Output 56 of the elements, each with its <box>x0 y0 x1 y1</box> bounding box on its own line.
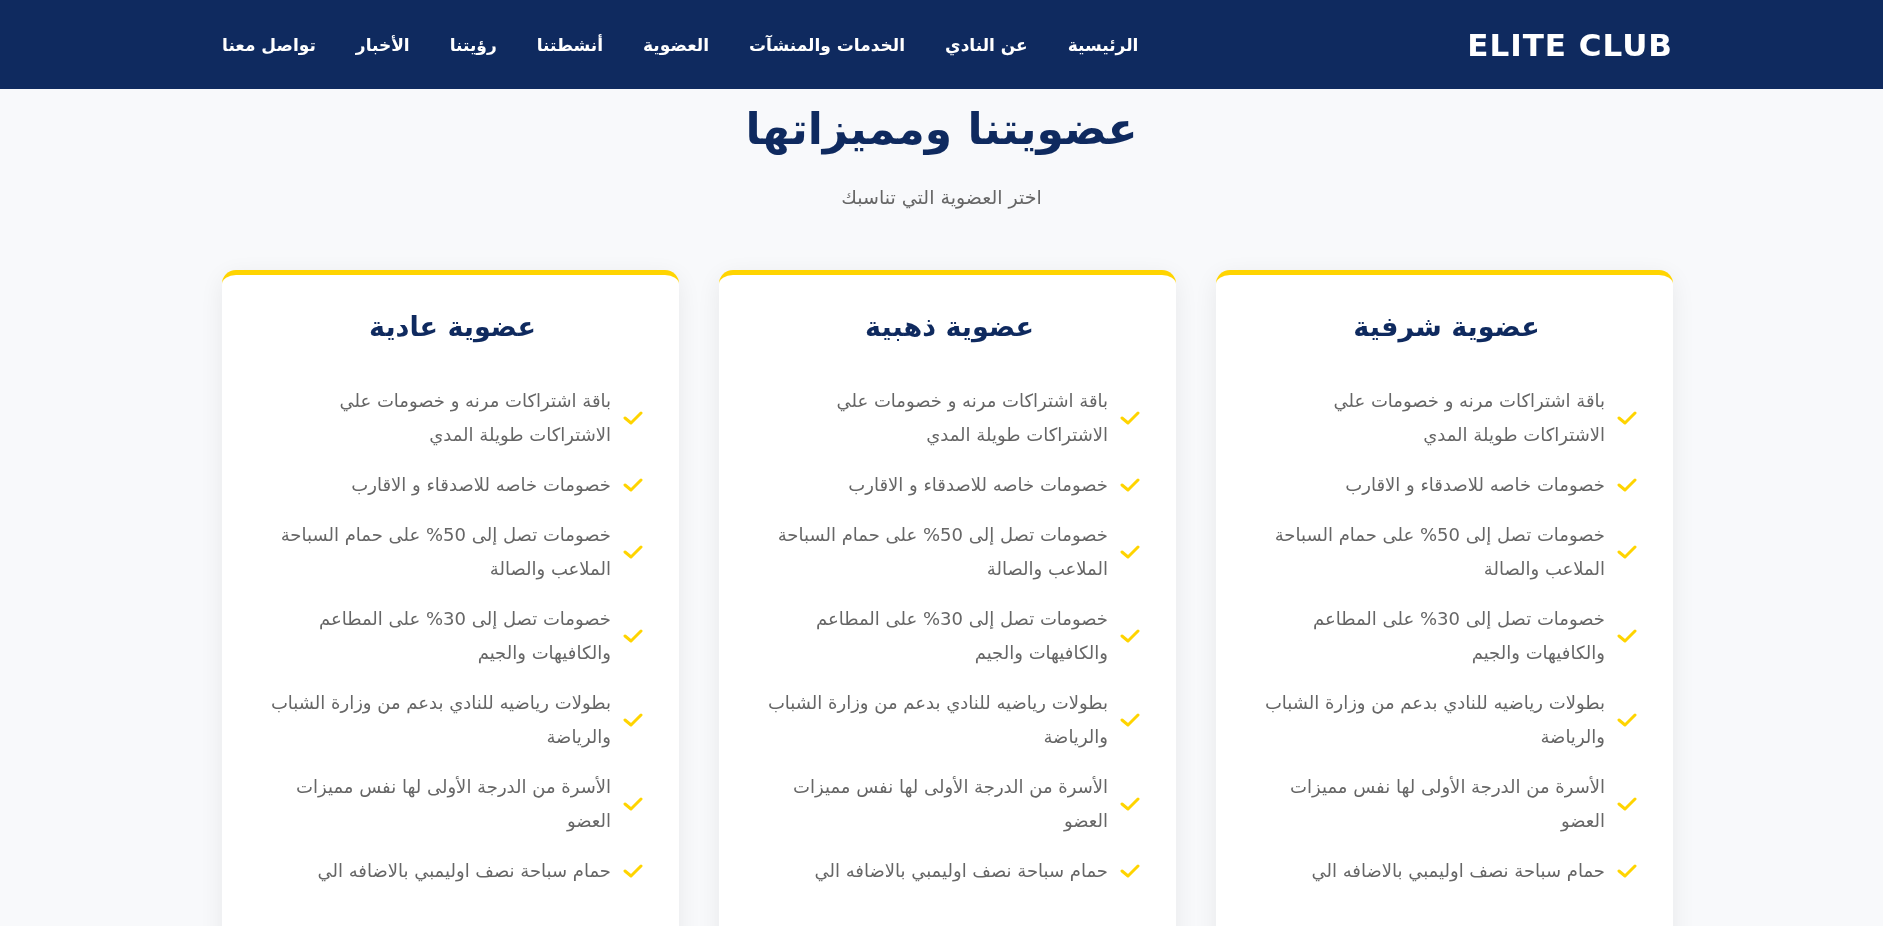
feature-text: خصومات تصل إلى 50% على حمام السباحة الملاعب والصالة <box>776 523 1108 582</box>
check-icon <box>1617 628 1637 644</box>
feature-text: خصومات تصل إلى 30% على المطاعم والكافيهات والجيم <box>317 607 611 666</box>
check-icon <box>1617 796 1637 812</box>
feature-text: خصومات تصل إلى 30% على المطاعم والكافيهات والجيم <box>1311 607 1605 666</box>
check-icon <box>623 628 643 644</box>
check-icon <box>1120 544 1140 560</box>
feature-text: باقة اشتراكات مرنه و خصومات علي الاشتراكات طويلة المدي <box>835 389 1108 448</box>
check-icon <box>623 712 643 728</box>
feature-text: حمام سباحة نصف اوليمبي بالاضافه الي <box>1311 859 1605 884</box>
feature-text: باقة اشتراكات مرنه و خصومات علي الاشتراكات طويلة المدي <box>1332 389 1605 448</box>
card-title: عضوية ذهبية <box>864 311 1035 342</box>
feature-text: بطولات رياضيه للنادي بدعم من وزارة الشباب والرياضة <box>269 691 611 750</box>
feature-text: حمام سباحة نصف اوليمبي بالاضافه الي <box>814 859 1108 884</box>
nav-link[interactable]: رؤيتنا <box>449 34 497 55</box>
feature-text: حمام سباحة نصف اوليمبي بالاضافه الي <box>317 859 611 884</box>
check-icon <box>1617 712 1637 728</box>
feature-text: بطولات رياضيه للنادي بدعم من وزارة الشباب والرياضة <box>1263 691 1605 750</box>
feature-text: خصومات تصل إلى 30% على المطاعم والكافيهات والجيم <box>814 607 1108 666</box>
check-icon <box>1617 410 1637 426</box>
check-icon <box>1120 712 1140 728</box>
feature-text: الأسرة من الدرجة الأولى لها نفس مميزات العضو <box>1289 775 1605 834</box>
feature-text: خصومات تصل إلى 50% على حمام السباحة الملاعب والصالة <box>1273 523 1605 582</box>
feature-text: الأسرة من الدرجة الأولى لها نفس مميزات العضو <box>792 775 1108 834</box>
logo[interactable]: ELITE CLUB <box>1467 26 1673 63</box>
check-icon <box>1617 863 1637 879</box>
check-icon <box>1120 477 1140 493</box>
check-icon <box>623 544 643 560</box>
nav-link[interactable]: تواصل معنا <box>222 34 316 55</box>
nav-link[interactable]: الأخبار <box>355 34 410 55</box>
nav-link[interactable]: الرئيسية <box>1067 34 1139 55</box>
check-icon <box>1120 410 1140 426</box>
card-title: عضوية شرفية <box>1352 311 1541 342</box>
check-icon <box>1120 863 1140 879</box>
nav-link[interactable]: العضوية <box>643 34 709 55</box>
check-icon <box>1120 796 1140 812</box>
check-icon <box>623 477 643 493</box>
check-icon <box>1617 544 1637 560</box>
check-icon <box>1617 477 1637 493</box>
nav-link[interactable]: عن النادي <box>945 34 1028 55</box>
feature-text: خصومات خاصه للاصدقاء و الاقارب <box>351 473 611 498</box>
check-icon <box>623 410 643 426</box>
check-icon <box>623 863 643 879</box>
nav-link[interactable]: الخدمات والمنشآت <box>748 34 906 55</box>
card-title: عضوية عادية <box>368 311 537 342</box>
section-subtitle: اختر العضوية التي تناسبك <box>840 186 1043 208</box>
feature-text: باقة اشتراكات مرنه و خصومات علي الاشتراكات طويلة المدي <box>338 389 611 448</box>
feature-text: خصومات تصل إلى 50% على حمام السباحة الملاعب والصالة <box>279 523 611 582</box>
section-title: عضويتنا ومميزاتها <box>744 103 1139 154</box>
nav-link[interactable]: أنشطتنا <box>536 34 604 55</box>
check-icon <box>1120 628 1140 644</box>
feature-text: بطولات رياضيه للنادي بدعم من وزارة الشباب والرياضة <box>766 691 1108 750</box>
feature-text: خصومات خاصه للاصدقاء و الاقارب <box>848 473 1108 498</box>
feature-text: خصومات خاصه للاصدقاء و الاقارب <box>1345 473 1605 498</box>
feature-text: الأسرة من الدرجة الأولى لها نفس مميزات العضو <box>295 775 611 834</box>
check-icon <box>623 796 643 812</box>
